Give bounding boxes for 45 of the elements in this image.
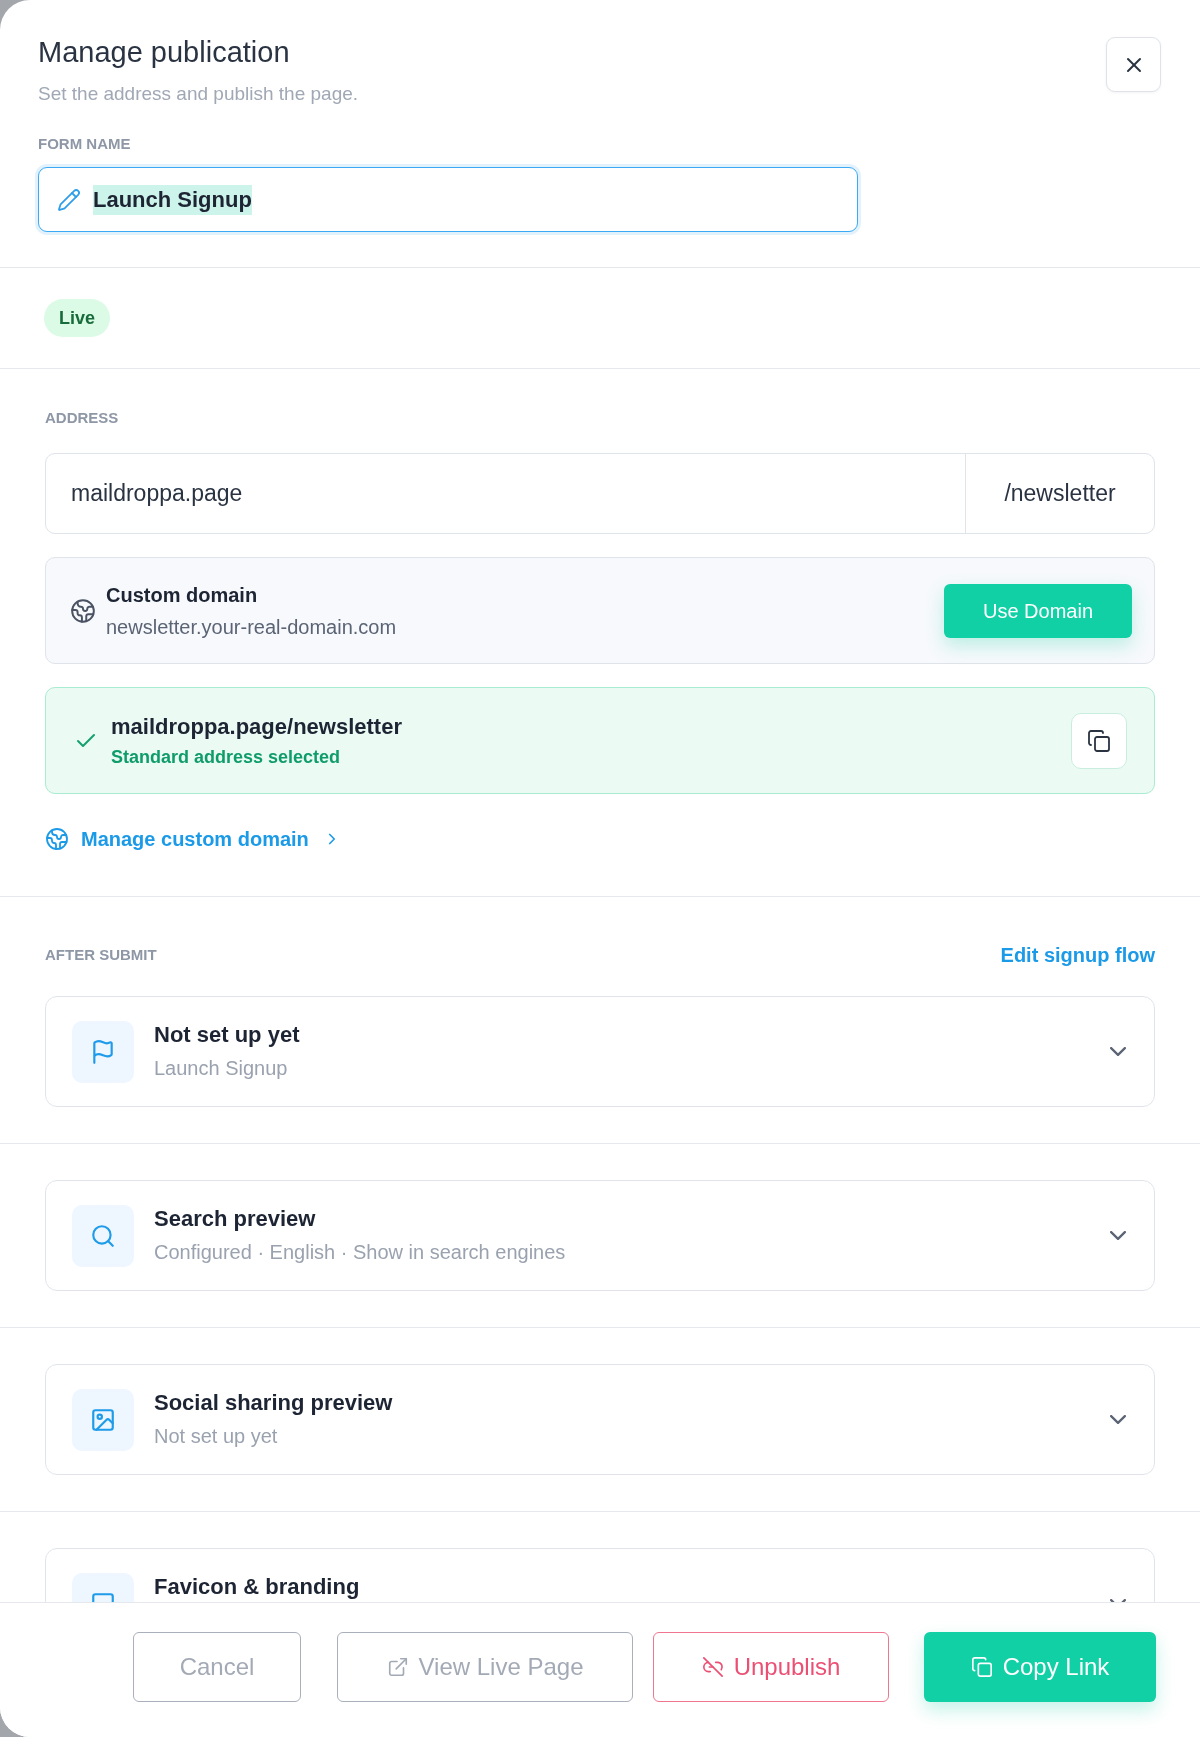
card-title: Social sharing preview [154,1388,393,1417]
edit-flow-link[interactable]: Edit signup flow [1000,943,1155,967]
accordion-card[interactable]: Search preview Configured · English · Show in search engines [45,1180,1155,1291]
close-button[interactable] [1106,37,1161,92]
section-label: AFTER SUBMIT [45,945,157,965]
external-link-icon [386,1656,409,1678]
address-url: maildroppa.page/newsletter [111,712,402,741]
copy-icon [970,1656,993,1678]
card-subtitle: Configured · English · Show in search engines [154,1239,566,1265]
accordion-card[interactable]: Not set up yet Launch Signup [45,996,1155,1107]
accordion-card[interactable]: Social sharing preview Not set up yet [45,1364,1155,1475]
field-label: FORM NAME [38,134,131,154]
address-note: Standard address selected [111,745,341,769]
card-subtitle: Not set up yet [154,1423,278,1449]
dialog-subtitle: Set the address and publish the page. [38,82,359,106]
card-title: Search preview [154,1204,316,1233]
flag-icon [72,1020,134,1083]
accordion-card[interactable]: Favicon & branding [45,1548,1155,1602]
domain-text: maildroppa.page [70,479,244,509]
search-icon [72,1204,134,1267]
card-title: Favicon & branding [154,1572,360,1601]
globe-icon [70,597,96,624]
address-field[interactable]: maildroppa.page /newsletter [45,453,1155,534]
section-label: ADDRESS [45,408,119,428]
copy-link-button[interactable]: Copy Link [924,1632,1156,1702]
unpublish-button[interactable]: Unpublish [653,1632,889,1702]
cancel-button[interactable]: Cancel [133,1632,301,1702]
card-title: Custom domain [106,582,258,608]
copy-button[interactable] [1071,712,1127,769]
globe-icon [45,827,69,851]
view-page-button[interactable]: View Live Page [337,1632,633,1702]
use-domain-button[interactable]: Use Domain [944,583,1132,638]
pencil-icon [57,187,81,212]
copy-icon [1087,728,1111,753]
field-value: Launch Signup [93,184,252,215]
status-badge: Live [44,299,111,337]
slug-text: /newsletter [965,454,1154,533]
domain-text: newsletter.your-real-domain.com [106,614,397,640]
form-name-field[interactable]: Launch Signup [38,167,858,232]
card-title: Not set up yet [154,1020,300,1049]
broken-link-icon [701,1656,724,1678]
manage-domain-link[interactable]: Manage custom domain [45,827,341,851]
card-subtitle: Launch Signup [154,1055,288,1081]
dialog-title: Manage publication [38,35,290,70]
image-icon [72,1388,134,1451]
